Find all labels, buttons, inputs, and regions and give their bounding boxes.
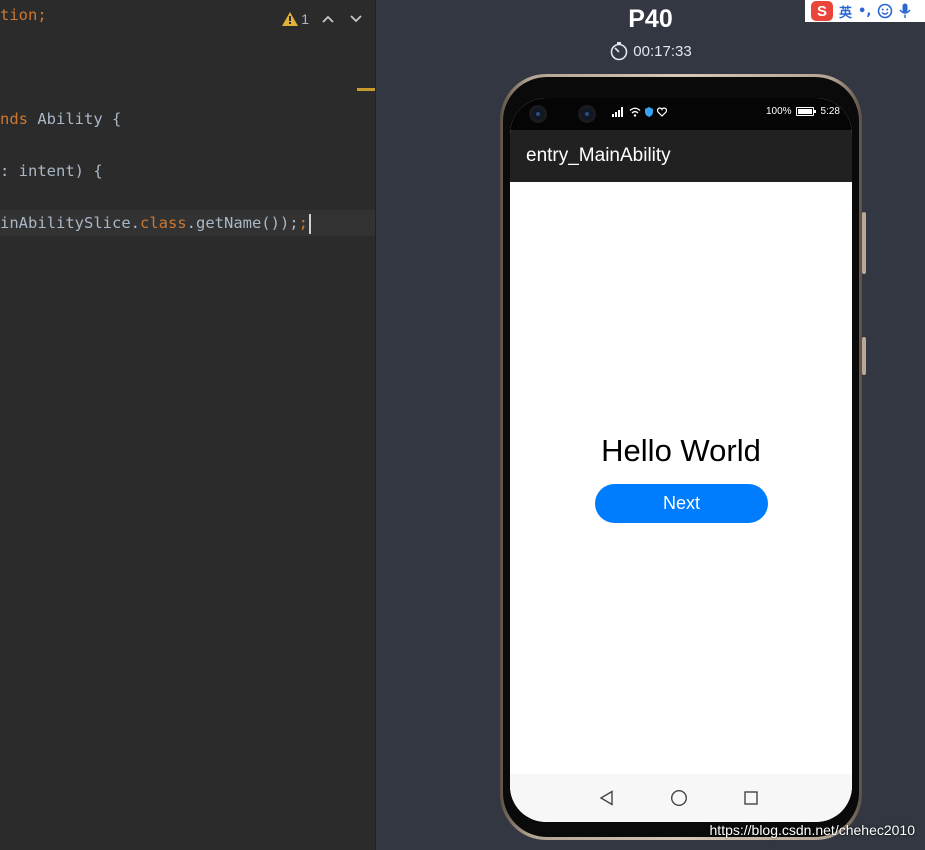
wifi-icon xyxy=(629,107,641,117)
code-editor[interactable]: 1 tion; nds Ability { : intent) { inAbil… xyxy=(0,0,375,850)
watermark: https://blog.csdn.net/chehec2010 xyxy=(709,822,915,838)
code-token: : intent) { xyxy=(0,162,103,180)
nav-home-button[interactable] xyxy=(666,785,692,811)
chevron-up-icon xyxy=(322,15,334,23)
status-icons-left xyxy=(612,107,667,117)
code-token: inAbilitySlice. xyxy=(0,214,140,232)
battery-icon xyxy=(795,107,816,116)
app-title: entry_MainAbility xyxy=(526,145,671,166)
code-token: tion xyxy=(0,6,38,24)
shield-icon xyxy=(645,107,653,117)
ime-language[interactable]: 英 xyxy=(839,2,852,21)
chevron-down-icon xyxy=(350,15,362,23)
next-button[interactable]: Next xyxy=(595,484,768,523)
warning-count: 1 xyxy=(301,11,309,27)
signal-icon xyxy=(612,107,623,117)
status-icons-right: 100% 5:28 xyxy=(766,106,840,117)
phone-frame: 100% 5:28 entry_MainAbility Hello World … xyxy=(500,74,866,840)
navigation-bar xyxy=(510,774,852,822)
warning-icon xyxy=(282,12,299,26)
code-token: nds xyxy=(0,110,28,128)
code-token: class xyxy=(139,214,187,232)
emoji-icon[interactable] xyxy=(877,3,893,19)
code-line[interactable]: tion; xyxy=(0,2,47,28)
next-highlight-button[interactable] xyxy=(347,10,365,28)
heart-icon xyxy=(657,107,667,117)
battery-percent: 100% xyxy=(765,106,792,117)
semicolon-token: ; xyxy=(298,214,308,232)
back-triangle-icon xyxy=(599,790,613,806)
home-circle-icon xyxy=(670,789,688,807)
front-camera-secondary-icon xyxy=(581,108,593,120)
app-bar: entry_MainAbility xyxy=(510,130,852,182)
ime-punctuation[interactable]: •, xyxy=(858,4,871,19)
status-bar: 100% 5:28 xyxy=(510,98,852,130)
code-token: Ability { xyxy=(28,110,122,128)
warning-indicator[interactable]: 1 xyxy=(282,11,309,27)
nav-recents-button[interactable] xyxy=(738,785,764,811)
timer-value: 00:17:33 xyxy=(633,42,692,60)
code-line[interactable]: : intent) { xyxy=(0,158,103,184)
ime-logo[interactable]: S xyxy=(811,1,833,21)
session-timer: 00:17:33 xyxy=(376,41,925,61)
text-caret xyxy=(308,213,311,234)
stopwatch-icon xyxy=(610,42,628,61)
ime-toolbar[interactable]: S 英 •, xyxy=(805,0,925,22)
phone-screen[interactable]: 100% 5:28 entry_MainAbility Hello World … xyxy=(510,98,852,822)
front-camera-icon xyxy=(532,108,544,120)
code-token: ; xyxy=(37,6,47,24)
power-button[interactable] xyxy=(862,337,866,375)
recents-square-icon xyxy=(744,791,758,805)
previous-highlight-button[interactable] xyxy=(319,10,337,28)
scroll-marker xyxy=(357,88,375,91)
code-line[interactable]: nds Ability { xyxy=(0,106,121,132)
editor-toolbar: 1 xyxy=(282,6,365,32)
hello-text: Hello World xyxy=(601,433,761,468)
code-line[interactable]: inAbilitySlice.class.getName());; xyxy=(0,210,311,236)
microphone-icon[interactable] xyxy=(899,3,911,19)
simulator-panel: P40 00:17:33 S 英 •, 100% 5:28 entry_Main… xyxy=(376,0,925,850)
status-time: 5:28 xyxy=(820,106,840,117)
volume-button[interactable] xyxy=(862,212,866,274)
code-token: .getName()); xyxy=(186,214,299,232)
nav-back-button[interactable] xyxy=(594,785,620,811)
